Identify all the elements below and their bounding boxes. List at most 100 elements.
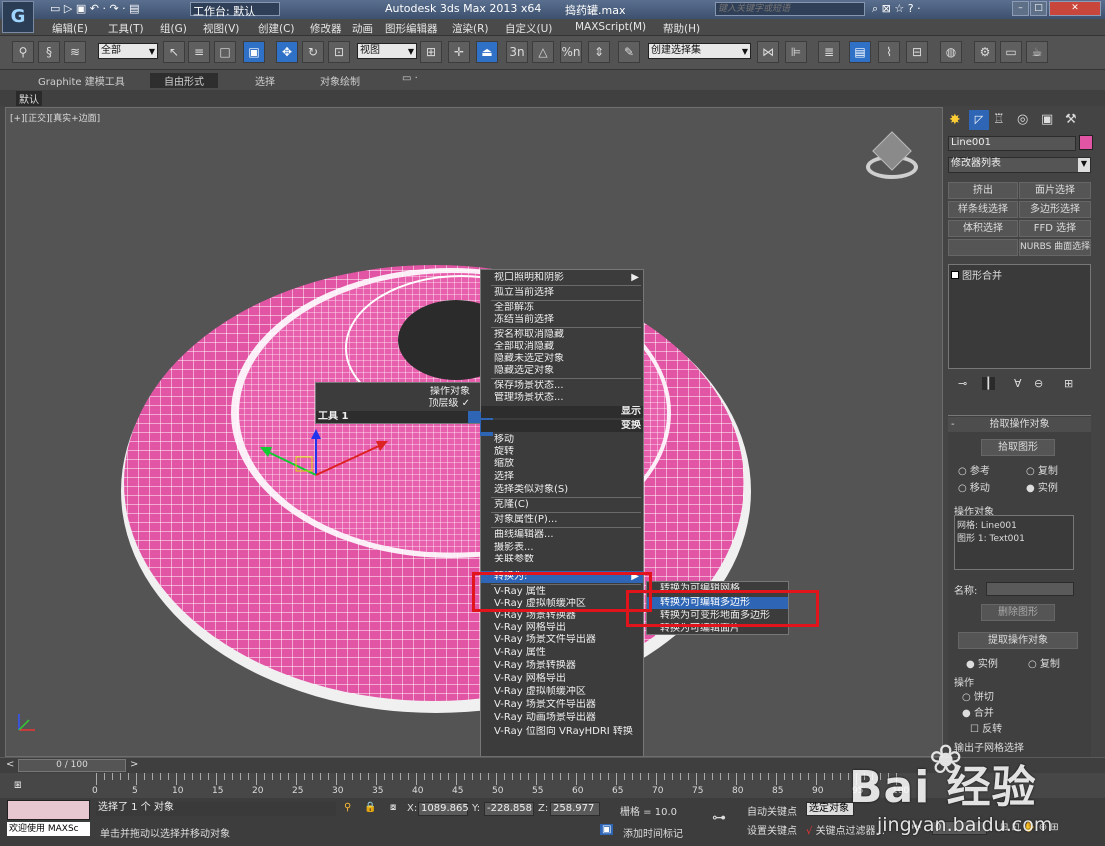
edit-named-selection-icon[interactable]: ✎ bbox=[618, 41, 640, 63]
menu-item-scale[interactable]: 缩放 bbox=[481, 458, 643, 470]
move-gizmo[interactable] bbox=[246, 423, 396, 483]
quick-access-icons[interactable]: ▭ ▷ ▣ ↶ · ↷ · ▤ bbox=[50, 2, 140, 15]
spinner-snap-icon[interactable]: ⇕ bbox=[588, 41, 610, 63]
add-time-tag[interactable]: 添加时间标记 bbox=[623, 825, 683, 840]
operand-name-field[interactable] bbox=[986, 582, 1074, 596]
menu-edit[interactable]: 编辑(E) bbox=[52, 21, 88, 36]
stack-item[interactable]: 图形合并 bbox=[951, 267, 1002, 282]
z-coordinate-field[interactable]: 258.977 bbox=[550, 802, 600, 816]
menu-item-vray-scene-export[interactable]: V-Ray 场景文件导出器 bbox=[481, 634, 643, 646]
operand-item[interactable]: 图形 1: Text001 bbox=[957, 531, 1071, 544]
menu-graph-editors[interactable]: 图形编辑器 bbox=[385, 21, 438, 36]
menu-group[interactable]: 组(G) bbox=[160, 21, 187, 36]
time-slider-prev[interactable]: < bbox=[6, 759, 14, 770]
volume-select-button[interactable]: 体积选择 bbox=[948, 220, 1018, 237]
menu-rendering[interactable]: 渲染(R) bbox=[452, 21, 489, 36]
isolate-toggle-icon[interactable]: ⚲ bbox=[344, 802, 351, 813]
utilities-tab-icon[interactable]: ⚒ bbox=[1065, 112, 1077, 127]
select-and-rotate-icon[interactable]: ↻ bbox=[302, 41, 324, 63]
menu-item-lighting[interactable]: 视口照明和阴影 ▶ bbox=[481, 272, 643, 284]
menu-item-vray-properties-2[interactable]: V-Ray 属性 bbox=[481, 647, 643, 659]
tab-object-paint[interactable]: 对象绘制 bbox=[320, 73, 360, 88]
auto-key-button[interactable]: 自动关键点 bbox=[747, 803, 797, 818]
pick-shape-button[interactable]: 拾取图形 bbox=[981, 439, 1055, 456]
torus-mesh[interactable] bbox=[6, 108, 943, 757]
y-coordinate-field[interactable]: -228.858 bbox=[484, 802, 534, 816]
tab-selection[interactable]: 选择 bbox=[255, 73, 275, 88]
minimize-button[interactable]: – bbox=[1012, 1, 1029, 16]
menu-help[interactable]: 帮助(H) bbox=[663, 21, 700, 36]
graphite-toggle-icon[interactable]: ▤ bbox=[849, 41, 871, 63]
menu-item-isolate[interactable]: 孤立当前选择 bbox=[481, 287, 643, 299]
menu-item-unhide-by-name[interactable]: 按名称取消隐藏 bbox=[481, 329, 643, 341]
menu-item-vray-mesh-export[interactable]: V-Ray 网格导出 bbox=[481, 622, 643, 634]
radio-extract-copy[interactable]: ○ 复制 bbox=[1028, 655, 1060, 670]
maximize-button[interactable]: □ bbox=[1030, 1, 1047, 16]
menu-tools[interactable]: 工具(T) bbox=[108, 21, 144, 36]
menu-item-hide-unselected[interactable]: 隐藏未选定对象 bbox=[481, 353, 643, 365]
menu-item-vray-animation-export[interactable]: V-Ray 动画场景导出器 bbox=[481, 712, 643, 724]
search-input[interactable] bbox=[715, 2, 865, 16]
select-by-name-icon[interactable]: ≡ bbox=[188, 41, 210, 63]
curve-editor-icon[interactable]: ⌇ bbox=[878, 41, 900, 63]
default-subtab[interactable]: 默认 bbox=[16, 91, 42, 106]
workspace-dropdown[interactable]: 工作台: 默认 bbox=[190, 2, 280, 18]
time-slider-next[interactable]: > bbox=[130, 759, 138, 770]
motion-tab-icon[interactable]: ◎ bbox=[1017, 112, 1028, 127]
object-name-field[interactable]: Line001 bbox=[948, 136, 1076, 151]
menu-modifiers[interactable]: 修改器 bbox=[310, 21, 342, 36]
menu-item-object-properties[interactable]: 对象属性(P)... bbox=[481, 514, 643, 526]
extract-operand-button[interactable]: 提取操作对象 bbox=[958, 632, 1078, 649]
show-end-result-icon[interactable]: ┃ bbox=[982, 377, 995, 390]
select-object-icon[interactable]: ↖ bbox=[163, 41, 185, 63]
radio-reference[interactable]: ○ 参考 bbox=[958, 462, 990, 477]
configure-sets-icon[interactable]: ⊞ bbox=[1064, 377, 1073, 390]
nurbs-surface-select-button[interactable]: NURBS 曲面选择 bbox=[1019, 239, 1091, 256]
align-icon[interactable]: ⊫ bbox=[785, 41, 807, 63]
help-icons[interactable]: ⌕ ⊠ ☆ ? · bbox=[872, 2, 921, 16]
layer-manager-icon[interactable]: ≣ bbox=[818, 41, 840, 63]
named-selection-dropdown[interactable]: 创建选择集 ▼ bbox=[648, 43, 751, 59]
viewcube-icon[interactable] bbox=[864, 131, 920, 183]
menu-views[interactable]: 视图(V) bbox=[203, 21, 239, 36]
display-tab-icon[interactable]: ▣ bbox=[1041, 112, 1053, 127]
tab-graphite[interactable]: Graphite 建模工具 bbox=[38, 73, 125, 88]
menu-maxscript[interactable]: MAXScript(M) bbox=[575, 21, 646, 33]
pivot-center-icon[interactable]: ⊞ bbox=[420, 41, 442, 63]
select-manipulate-icon[interactable]: ✛ bbox=[448, 41, 470, 63]
menu-animation[interactable]: 动画 bbox=[352, 21, 373, 36]
mirror-icon[interactable]: ⋈ bbox=[757, 41, 779, 63]
close-button[interactable]: ✕ bbox=[1049, 1, 1101, 16]
rollout-pick-header[interactable]: - 拾取操作对象 bbox=[948, 417, 1091, 432]
spline-select-button[interactable]: 样条线选择 bbox=[948, 201, 1018, 218]
reference-coordinate-dropdown[interactable]: 视图 ▼ bbox=[357, 43, 417, 59]
modify-tab-icon[interactable]: ◸ bbox=[969, 110, 989, 130]
menu-item-vray-hdri-convert[interactable]: V-Ray 位图向 VRayHDRI 转换 bbox=[481, 726, 643, 738]
angle-snap-icon[interactable]: △ bbox=[532, 41, 554, 63]
radio-extract-instance[interactable]: ● 实例 bbox=[966, 655, 998, 670]
modifier-list-dropdown[interactable]: 修改器列表 ▼ bbox=[948, 157, 1091, 173]
delete-shape-button[interactable]: 删除图形 bbox=[981, 604, 1055, 621]
ffd-select-button[interactable]: FFD 选择 bbox=[1019, 220, 1091, 237]
menu-item-select[interactable]: 选择 bbox=[481, 471, 643, 483]
schematic-view-icon[interactable]: ⊟ bbox=[906, 41, 928, 63]
maxscript-listener-mini[interactable] bbox=[7, 800, 90, 820]
select-and-move-icon[interactable]: ✥ bbox=[276, 41, 298, 63]
app-logo-icon[interactable]: G bbox=[2, 1, 34, 33]
rendered-frame-icon[interactable]: ▭ bbox=[1000, 41, 1022, 63]
menu-item-vray-scene-export-2[interactable]: V-Ray 场景文件导出器 bbox=[481, 699, 643, 711]
make-unique-icon[interactable]: ∀ bbox=[1014, 377, 1022, 390]
time-slider-thumb[interactable]: 0 / 100 bbox=[18, 759, 126, 772]
modifier-stack[interactable]: 图形合并 bbox=[948, 264, 1091, 369]
menu-item-select-similar[interactable]: 选择类似对象(S) bbox=[481, 484, 643, 496]
extrude-button[interactable]: 挤出 bbox=[948, 182, 1018, 199]
create-tab-icon[interactable]: ✸ bbox=[949, 112, 961, 128]
time-tag-icon[interactable]: ▣ bbox=[600, 824, 614, 835]
viewport-orthographic[interactable]: [+][正交][真实+边面] 操作对象 顶层级 ✓ 工具 1 视口照明和阴影 ▶… bbox=[5, 107, 943, 757]
percent-snap-icon[interactable]: %n bbox=[560, 41, 582, 63]
menu-item-unfreeze-all[interactable]: 全部解冻 bbox=[481, 302, 643, 314]
radio-move[interactable]: ○ 移动 bbox=[958, 479, 990, 494]
remove-modifier-icon[interactable]: ⊖ bbox=[1034, 377, 1043, 390]
menu-item-vray-vfb-2[interactable]: V-Ray 虚拟帧缓冲区 bbox=[481, 686, 643, 698]
patch-select-button[interactable]: 面片选择 bbox=[1019, 182, 1091, 199]
